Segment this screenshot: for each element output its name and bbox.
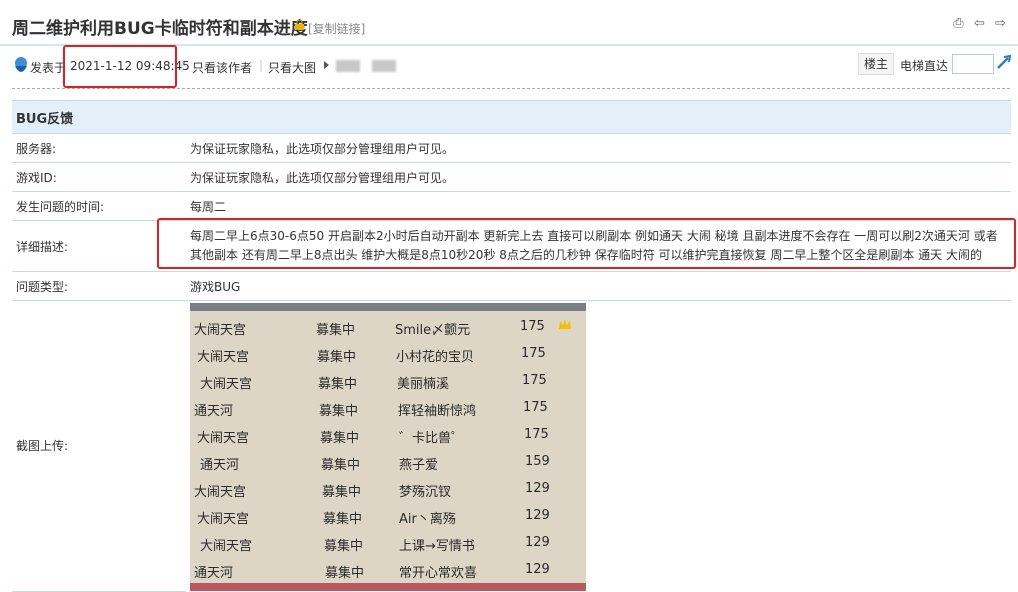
row-value: 每周二 [186, 191, 1011, 221]
team-name: 大闹天宫 [200, 539, 253, 554]
triangle-icon [324, 61, 329, 69]
description-highlight [157, 218, 1016, 269]
team-leader: ゛卡比兽゜ [399, 431, 465, 446]
team-level: 129 [525, 481, 550, 496]
team-name: 通天河 [194, 566, 234, 581]
section-title: BUG反馈 [12, 100, 1011, 134]
team-list-row: 大闹天宫 募集中 上课→写情书 129 [190, 529, 586, 556]
team-leader: Air丶离殇 [399, 512, 456, 527]
team-status: 募集中 [324, 539, 364, 554]
blurred-content [336, 60, 360, 72]
row-value: 为保证玩家隐私，此选项仅部分管理组用户可见。 [186, 133, 1011, 163]
team-list-row: 大闹天宫 募集中 美丽楠溪 175 [190, 367, 586, 394]
team-list-row: 通天河 募集中 燕子爱 159 [190, 448, 586, 475]
team-level: 129 [525, 508, 550, 523]
team-leader: 燕子爱 [399, 458, 439, 473]
team-status: 募集中 [318, 377, 358, 392]
avatar-icon [15, 57, 27, 72]
team-level: 175 [520, 319, 545, 334]
date-highlight [63, 45, 177, 88]
form-row: 游戏ID: 为保证玩家隐私，此选项仅部分管理组用户可见。 [12, 162, 1011, 192]
posted-label: 发表于 [30, 61, 67, 75]
only-images-link[interactable]: 只看大图 [268, 59, 316, 76]
row-label: 游戏ID: [12, 162, 186, 192]
team-leader: 梦殇沉钗 [399, 485, 452, 500]
thread-title: 周二维护利用BUG卡临时符和副本进度 [12, 19, 308, 39]
row-value: 游戏BUG [186, 271, 1011, 301]
next-icon[interactable]: ⇨ [993, 17, 1008, 31]
team-list-row: 大闹天宫 募集中 Smile〆颤元 175 [190, 313, 586, 340]
team-level: 129 [525, 535, 550, 550]
only-author-link[interactable]: 只看该作者 [192, 59, 252, 76]
team-name: 大闹天宫 [194, 323, 247, 338]
team-level: 175 [521, 346, 546, 361]
copy-link[interactable]: [复制链接] [308, 20, 365, 37]
team-level: 129 [525, 562, 550, 577]
row-label: 截图上传: [12, 300, 186, 592]
team-name: 大闹天宫 [194, 485, 247, 500]
team-list-row: 大闹天宫 募集中 梦殇沉钗 129 [190, 475, 586, 502]
team-status: 募集中 [319, 404, 359, 419]
elevator-go-icon[interactable] [996, 54, 1012, 70]
team-status: 募集中 [320, 431, 360, 446]
bug-report-form: BUG反馈 服务器: 为保证玩家隐私，此选项仅部分管理组用户可见。 游戏ID: … [12, 100, 1011, 592]
team-status: 募集中 [323, 512, 363, 527]
team-level: 175 [524, 427, 549, 442]
form-row: 问题类型: 游戏BUG [12, 271, 1011, 301]
thread-title-bar: 周二维护利用BUG卡临时符和副本进度 [复制链接] ⎙ ⇦ ⇨ [0, 0, 1018, 46]
team-name: 通天河 [200, 458, 240, 473]
print-icon[interactable]: ⎙ [951, 17, 966, 31]
team-name: 通天河 [194, 404, 234, 419]
separator: | [259, 58, 264, 72]
team-list-row: 通天河 募集中 常开心常欢喜 129 [190, 556, 586, 583]
team-list-row: 大闹天宫 募集中 ゛卡比兽゜ 175 [190, 421, 586, 448]
lock-icon [295, 20, 304, 30]
team-name: 大闹天宫 [197, 431, 250, 446]
crown-icon [559, 319, 571, 329]
team-leader: 美丽楠溪 [397, 377, 450, 392]
elevator-input[interactable] [952, 54, 994, 74]
separator: | [180, 58, 185, 72]
team-status: 募集中 [321, 458, 361, 473]
elevator-label: 电梯直达 [900, 59, 949, 73]
uploaded-screenshot[interactable]: 大闹天宫 募集中 Smile〆颤元 175 大闹天宫 募集中 小村花的宝贝 175 大闹天宫 募集… [190, 303, 586, 591]
form-row: 截图上传: 大闹天宫 募集中 Smile〆颤元 175 大闹天宫 募集中 小村花的宝贝 175… [12, 300, 1011, 592]
team-level: 175 [523, 400, 548, 415]
floor-button[interactable]: 楼主 [858, 53, 894, 75]
team-leader: 小村花的宝贝 [396, 350, 475, 365]
row-label: 问题类型: [12, 271, 186, 301]
blurred-content [372, 60, 396, 72]
team-leader: 常开心常欢喜 [399, 566, 478, 581]
form-row: 服务器: 为保证玩家隐私，此选项仅部分管理组用户可见。 [12, 133, 1011, 163]
team-leader: Smile〆颤元 [395, 323, 471, 338]
row-label: 服务器: [12, 133, 186, 163]
team-list-row: 通天河 募集中 挥轻袖断惊鸿 175 [190, 394, 586, 421]
prev-icon[interactable]: ⇦ [972, 17, 987, 31]
team-list-row: 大闹天宫 募集中 Air丶离殇 129 [190, 502, 586, 529]
team-name: 大闹天宫 [197, 512, 250, 527]
team-status: 募集中 [325, 566, 365, 581]
team-level: 159 [525, 454, 550, 469]
team-level: 175 [522, 373, 547, 388]
team-leader: 挥轻袖断惊鸿 [398, 404, 477, 419]
team-status: 募集中 [317, 350, 357, 365]
divider [12, 88, 1010, 89]
form-row: 发生问题的时间: 每周二 [12, 191, 1011, 221]
team-list-row: 大闹天宫 募集中 小村花的宝贝 175 [190, 340, 586, 367]
form-header: BUG反馈 [12, 100, 1011, 134]
team-name: 大闹天宫 [200, 377, 253, 392]
row-value: 为保证玩家隐私，此选项仅部分管理组用户可见。 [186, 162, 1011, 192]
team-status: 募集中 [322, 485, 362, 500]
screenshot-top-strip [190, 303, 586, 311]
row-label: 发生问题的时间: [12, 191, 186, 221]
team-status: 募集中 [316, 323, 356, 338]
team-name: 大闹天宫 [197, 350, 250, 365]
screenshot-bottom-strip [190, 583, 586, 591]
team-leader: 上课→写情书 [399, 539, 475, 554]
